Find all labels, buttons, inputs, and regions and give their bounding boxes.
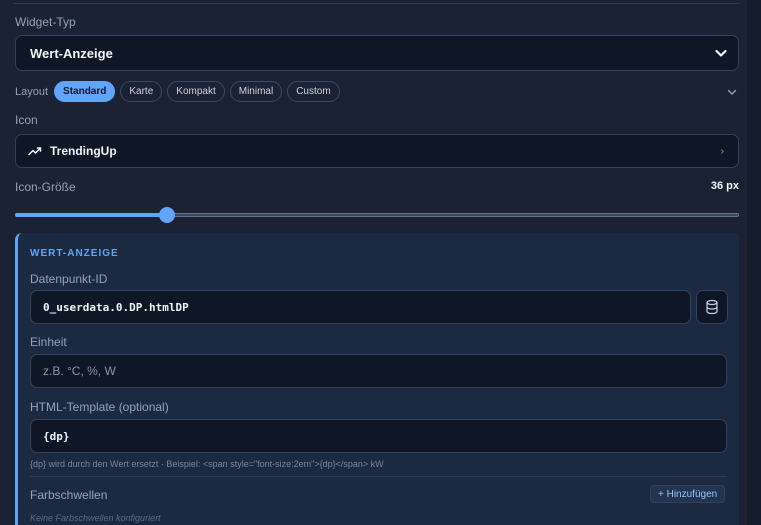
layout-label: Layout [15,85,49,98]
template-hint: {dp} wird durch den Wert ersetzt · Beisp… [30,459,384,469]
widget-settings-panel: Widget-Typ Wert-Anzeige Layout Standard … [0,0,761,525]
icon-label: Icon [15,113,38,127]
unit-label: Einheit [30,335,67,349]
chevron-down-icon [715,49,727,57]
chevron-down-icon[interactable] [725,85,739,99]
icon-size-label: Icon-Größe [15,180,76,194]
datapoint-value: 0_userdata.0.DP.htmlDP [43,300,189,314]
slider-thumb[interactable] [159,207,176,223]
unit-placeholder: z.B. °C, %, W [43,364,116,378]
value-display-section: WERT-ANZEIGE Datenpunkt-ID 0_userdata.0.… [15,233,739,525]
datapoint-browse-button[interactable] [696,290,728,324]
layout-selector: Layout Standard Karte Kompakt Minimal Cu… [15,81,345,102]
layout-option-kompakt[interactable]: Kompakt [167,81,225,102]
template-label: HTML-Template (optional) [30,400,169,414]
trending-up-icon [28,147,42,156]
widget-type-label: Widget-Typ [15,15,76,29]
chevron-right-icon: › [720,146,724,157]
icon-picker-value: TrendingUp [50,144,117,158]
icon-size-slider[interactable] [15,207,739,223]
layout-option-standard[interactable]: Standard [54,81,116,102]
section-title: WERT-ANZEIGE [30,248,119,259]
layout-option-custom[interactable]: Custom [287,81,340,102]
scrollbar[interactable] [747,0,761,525]
widget-type-value: Wert-Anzeige [30,45,113,61]
layout-option-minimal[interactable]: Minimal [229,81,283,102]
template-input[interactable]: {dp} [30,419,727,453]
datapoint-input[interactable]: 0_userdata.0.DP.htmlDP [30,290,691,324]
datapoint-label: Datenpunkt-ID [30,272,108,286]
top-divider [14,3,740,4]
template-value: {dp} [43,429,70,443]
add-threshold-button[interactable]: + Hinzufügen [650,485,726,503]
layout-option-karte[interactable]: Karte [120,81,163,102]
database-icon [706,299,718,315]
thresholds-label: Farbschwellen [30,488,108,502]
icon-size-value: 36 px [710,180,739,192]
section-divider [30,476,727,477]
slider-fill [15,213,168,217]
widget-type-select[interactable]: Wert-Anzeige [15,35,739,71]
thresholds-empty-text: Keine Farbschwellen konfiguriert [30,513,161,523]
unit-input[interactable]: z.B. °C, %, W [30,354,727,388]
icon-picker[interactable]: TrendingUp › [15,134,739,168]
